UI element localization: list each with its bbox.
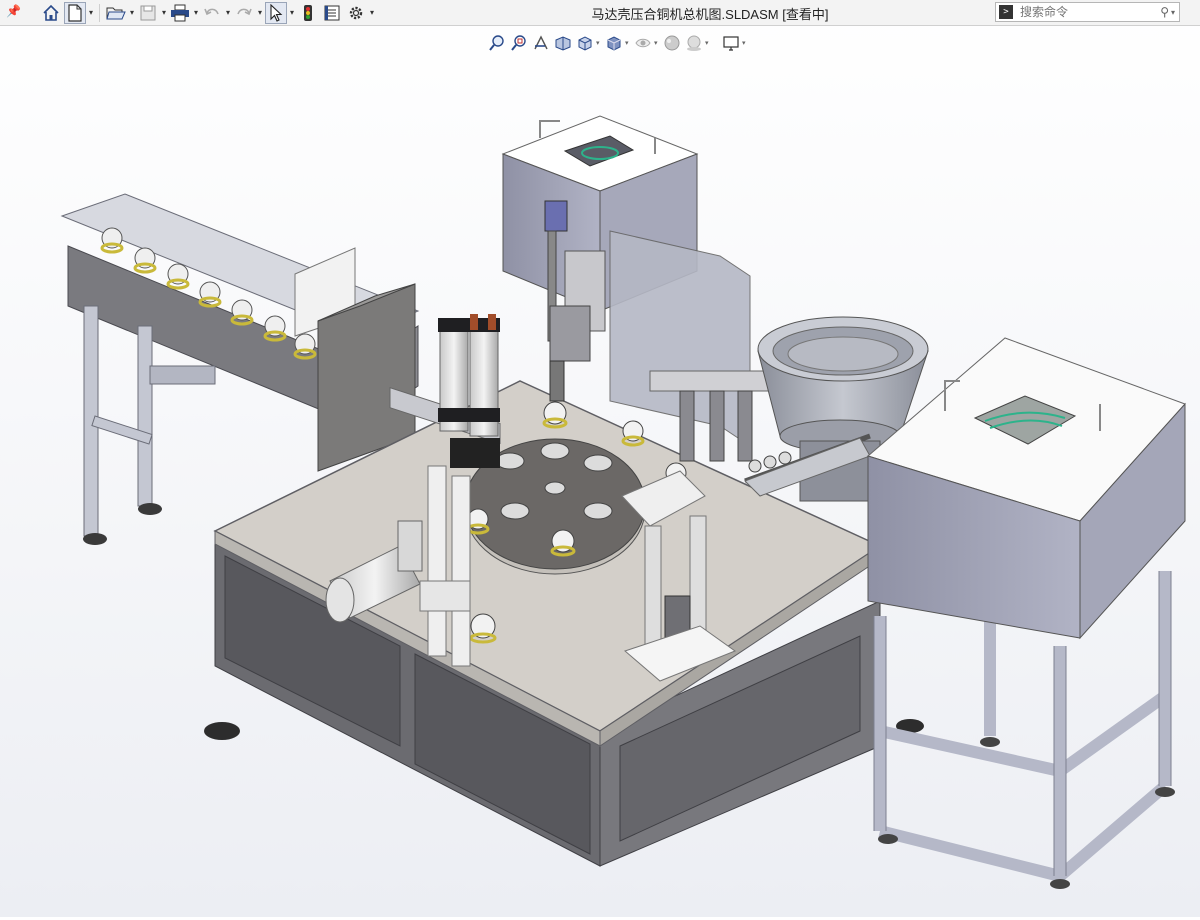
select-icon[interactable]	[265, 1, 287, 24]
rebuild-icon[interactable]	[297, 2, 319, 24]
pin-icon[interactable]: 📌	[6, 4, 21, 18]
print-dropdown-chevron-icon[interactable]: ▾	[192, 2, 200, 24]
save-icon[interactable]	[137, 2, 159, 24]
print-icon[interactable]	[169, 2, 191, 24]
graphics-area[interactable]	[0, 26, 1200, 920]
select-dropdown-chevron-icon[interactable]: ▾	[288, 2, 296, 24]
save-dropdown-chevron-icon[interactable]: ▾	[160, 2, 168, 24]
new-dropdown-chevron-icon[interactable]: ▾	[87, 2, 95, 24]
open-icon[interactable]	[105, 2, 127, 24]
undo-dropdown-chevron-icon[interactable]: ▾	[224, 2, 232, 24]
assembly-model	[60, 115, 1186, 920]
document-title: 马达壳压合铜机总机图.SLDASM [查看中]	[591, 7, 829, 22]
search-icon[interactable]: ⚲	[1160, 5, 1169, 19]
new-document-icon[interactable]	[64, 1, 86, 24]
file-properties-icon[interactable]	[321, 2, 343, 24]
options-icon[interactable]	[345, 2, 367, 24]
redo-icon[interactable]	[233, 2, 255, 24]
command-bar: 📌 ▾ ▾ ▾ ▾ ▾ ▾ ▾ ▾ 马达壳压合铜机总机图.SLDASM [查看中…	[0, 0, 1200, 26]
search-dropdown-chevron-icon[interactable]: ▾	[1171, 8, 1175, 17]
command-prompt-icon: >	[999, 5, 1013, 19]
command-search[interactable]: > ⚲ ▾	[995, 2, 1180, 22]
open-dropdown-chevron-icon[interactable]: ▾	[128, 2, 136, 24]
search-input[interactable]	[1018, 4, 1161, 20]
options-dropdown-chevron-icon[interactable]: ▾	[368, 2, 376, 24]
home-icon[interactable]	[40, 2, 62, 24]
right-hopper-stand	[866, 337, 1186, 889]
separator	[99, 3, 100, 22]
undo-icon[interactable]	[201, 2, 223, 24]
redo-dropdown-chevron-icon[interactable]: ▾	[256, 2, 264, 24]
